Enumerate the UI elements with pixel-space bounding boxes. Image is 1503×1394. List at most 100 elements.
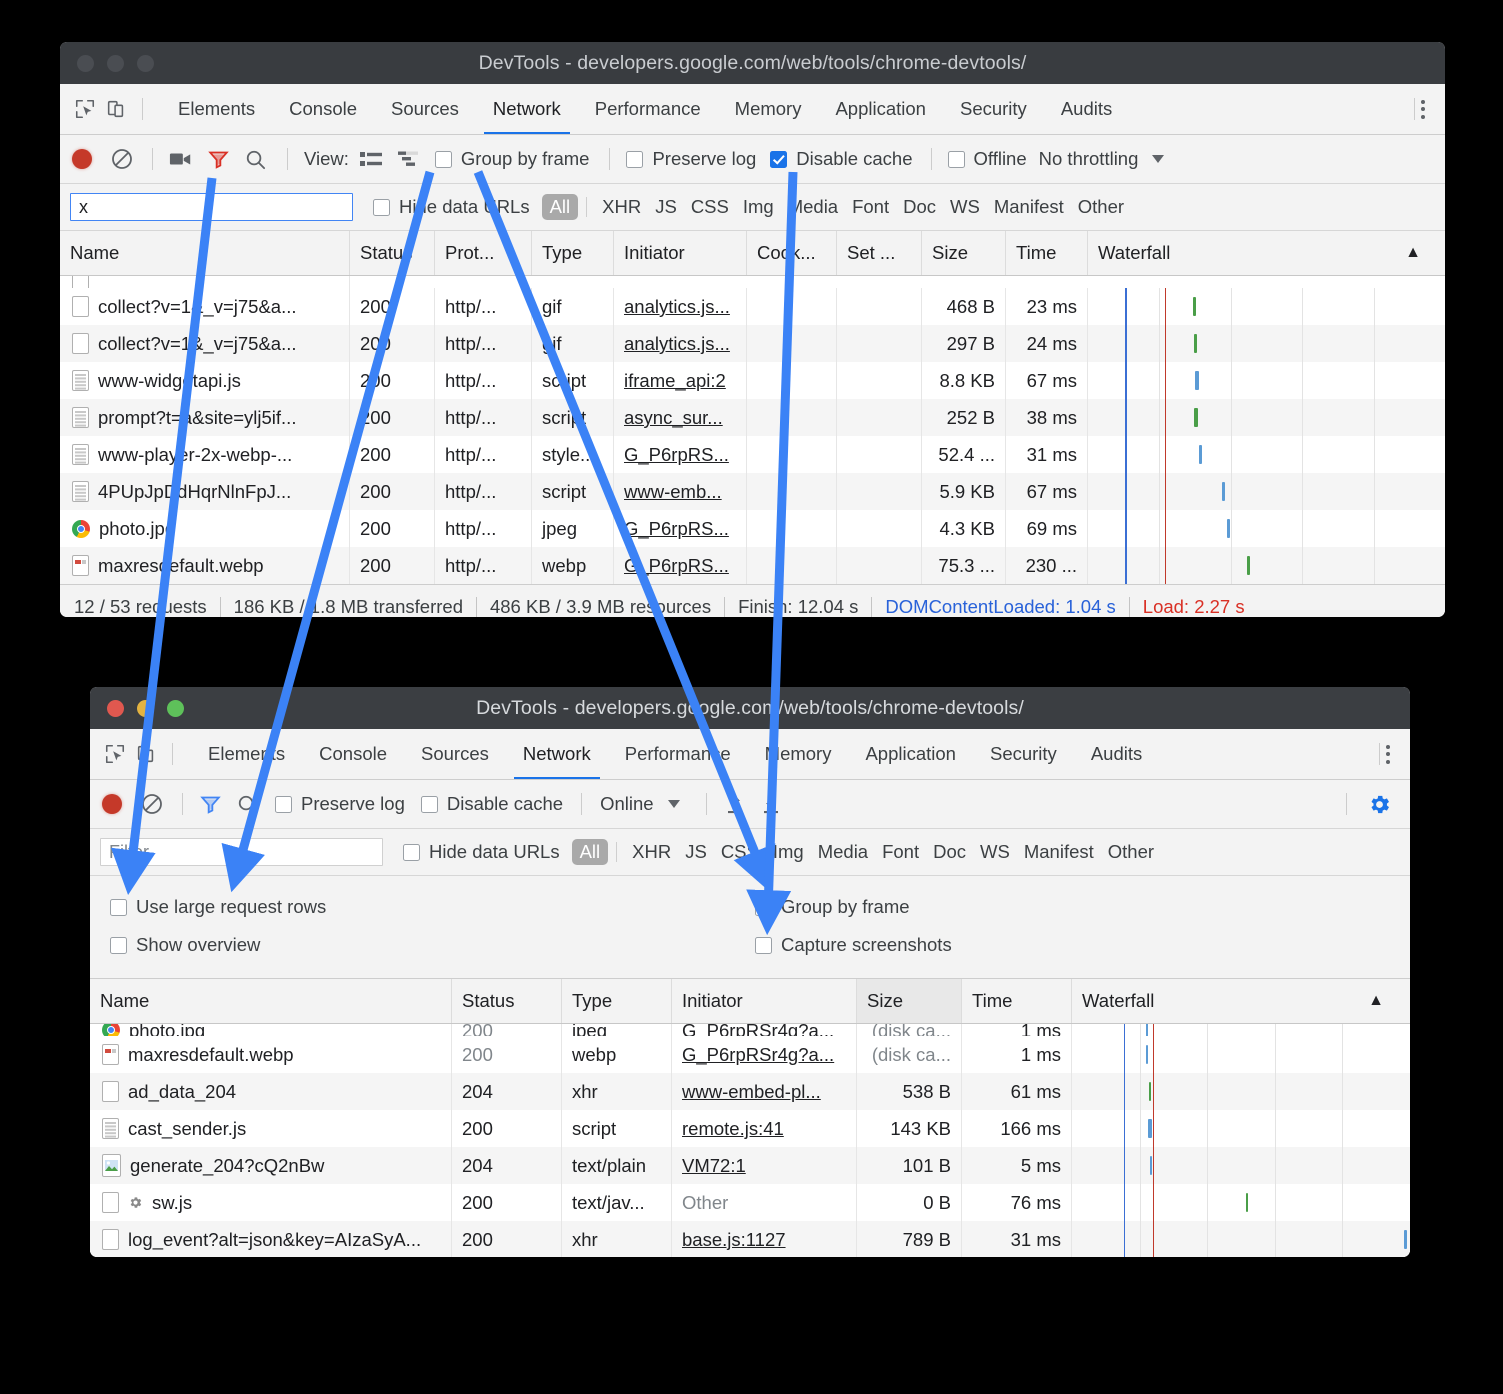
column-header-set-cookies[interactable]: Set ...: [837, 231, 922, 275]
group-by-frame-checkbox-box[interactable]: [434, 150, 452, 168]
export-har-icon[interactable]: [761, 793, 781, 815]
table-row[interactable]: [60, 276, 1445, 288]
disable-cache-checkbox-top[interactable]: Disable cache: [770, 148, 913, 170]
column-header-time[interactable]: Time: [962, 979, 1072, 1023]
preserve-log-checkbox-bottom[interactable]: Preserve log: [275, 793, 405, 815]
title-bar-bottom[interactable]: DevTools - developers.google.com/web/too…: [90, 687, 1410, 729]
table-row[interactable]: ad_data_204 204 xhr www-embed-pl... 538 B 61 …: [90, 1073, 1410, 1110]
group-by-frame-checkbox-top[interactable]: Group by frame: [434, 148, 589, 170]
table-row[interactable]: log_event?alt=json&key=AIzaSyA... 200 xhr b…: [90, 1221, 1410, 1257]
search-icon[interactable]: [244, 148, 267, 171]
hide-data-urls-checkbox-bottom[interactable]: Hide data URLs: [403, 841, 560, 863]
device-toolbar-icon[interactable]: [105, 98, 127, 120]
use-large-request-rows-checkbox-box[interactable]: [110, 898, 127, 916]
request-initiator[interactable]: www-embed-pl...: [682, 1081, 821, 1102]
capture-screenshots-icon[interactable]: [169, 150, 193, 168]
column-header-waterfall[interactable]: Waterfall ▲: [1072, 979, 1410, 1023]
maximize-window-button[interactable]: [137, 54, 154, 72]
filter-type-xhr[interactable]: XHR: [625, 839, 678, 865]
filter-input-bottom[interactable]: [100, 838, 383, 866]
preserve-log-checkbox-box[interactable]: [275, 795, 292, 813]
capture-screenshots-checkbox[interactable]: Capture screenshots: [755, 934, 952, 956]
filter-type-font[interactable]: Font: [875, 839, 926, 865]
filter-type-img[interactable]: Img: [766, 839, 811, 865]
close-window-button[interactable]: [77, 54, 94, 72]
tab-console[interactable]: Console: [302, 729, 404, 779]
offline-checkbox-box[interactable]: [947, 150, 965, 168]
column-header-time[interactable]: Time: [1006, 231, 1088, 275]
tab-performance[interactable]: Performance: [608, 729, 748, 779]
request-initiator[interactable]: G_P6rpRSr4g?a...: [682, 1024, 834, 1036]
column-header-type[interactable]: Type: [532, 231, 614, 275]
panel-tabs-bottom[interactable]: Elements Console Sources Network Perform…: [191, 729, 1159, 779]
column-header-cookies[interactable]: Cook...: [747, 231, 837, 275]
clear-icon[interactable]: [140, 792, 164, 816]
request-initiator[interactable]: iframe_api:2: [624, 370, 726, 391]
show-overview-checkbox[interactable]: Show overview: [110, 934, 260, 956]
filter-type-all[interactable]: All: [571, 839, 609, 865]
request-initiator[interactable]: VM72:1: [682, 1155, 746, 1176]
filter-type-other[interactable]: Other: [1101, 839, 1161, 865]
filter-icon[interactable]: [199, 793, 222, 815]
more-options-button[interactable]: [1408, 98, 1445, 120]
minimize-window-button[interactable]: [137, 699, 154, 717]
window-controls-top[interactable]: [60, 54, 154, 72]
request-initiator[interactable]: base.js:1127: [682, 1229, 786, 1250]
throttling-value[interactable]: No throttling: [1039, 148, 1139, 170]
tab-sources[interactable]: Sources: [374, 84, 476, 134]
column-header-name[interactable]: Name: [60, 231, 350, 275]
disable-cache-checkbox-box[interactable]: [420, 795, 438, 813]
tab-application[interactable]: Application: [818, 84, 943, 134]
table-row[interactable]: maxresdefault.webp 200 webp G_P6rpRSr4g?a..…: [90, 1036, 1410, 1073]
panel-tabs-top[interactable]: Elements Console Sources Network Perform…: [161, 84, 1129, 134]
table-row[interactable]: photo.jpg 200 jpeg G_P6rpRSr4g?a... (disk ca…: [90, 1024, 1410, 1036]
import-har-icon[interactable]: [725, 793, 745, 815]
column-header-name[interactable]: Name: [90, 979, 452, 1023]
table-row[interactable]: prompt?t=a&site=ylj5if... 200 http/... scri…: [60, 399, 1445, 436]
filter-type-manifest[interactable]: Manifest: [1017, 839, 1101, 865]
tab-console[interactable]: Console: [272, 84, 374, 134]
column-header-status[interactable]: Status: [350, 231, 435, 275]
column-header-size[interactable]: Size: [857, 979, 962, 1023]
table-row[interactable]: photo.jpg 200 http/... jpeg G_P6rpRS... 4.3 K…: [60, 510, 1445, 547]
hide-data-urls-checkbox-box[interactable]: [373, 198, 390, 216]
request-initiator[interactable]: analytics.js...: [624, 333, 730, 354]
filter-type-ws[interactable]: WS: [973, 839, 1017, 865]
tab-elements[interactable]: Elements: [161, 84, 272, 134]
table-row[interactable]: cast_sender.js 200 script remote.js:41 143 K…: [90, 1110, 1410, 1147]
request-initiator[interactable]: www-emb...: [624, 481, 722, 502]
kebab-menu-icon[interactable]: [1421, 99, 1425, 119]
request-initiator[interactable]: G_P6rpRS...: [624, 518, 729, 539]
table-row[interactable]: www-player-2x-webp-... 200 http/... style..…: [60, 436, 1445, 473]
preserve-log-checkbox-top[interactable]: Preserve log: [626, 148, 756, 170]
column-header-initiator[interactable]: Initiator: [672, 979, 857, 1023]
filter-type-css[interactable]: CSS: [714, 839, 766, 865]
table-row[interactable]: 4PUpJpDdHqrNlnFpJ... 200 http/... script www…: [60, 473, 1445, 510]
column-header-type[interactable]: Type: [562, 979, 672, 1023]
more-options-button[interactable]: [1373, 743, 1410, 765]
group-by-frame-checkbox-bottom[interactable]: Group by frame: [755, 896, 910, 918]
table-row[interactable]: maxresdefault.webp 200 http/... webp G_P6rpR…: [60, 547, 1445, 584]
throttling-value[interactable]: Online: [600, 793, 653, 815]
request-initiator[interactable]: async_sur...: [624, 407, 723, 428]
settings-gear-icon[interactable]: [1367, 792, 1392, 817]
tab-network[interactable]: Network: [506, 729, 608, 779]
tab-audits[interactable]: Audits: [1074, 729, 1159, 779]
filter-type-doc[interactable]: Doc: [926, 839, 973, 865]
group-by-frame-checkbox-box[interactable]: [755, 898, 772, 916]
tab-audits[interactable]: Audits: [1044, 84, 1129, 134]
table-row[interactable]: collect?v=1&_v=j75&a... 200 http/... gif ana…: [60, 325, 1445, 362]
hide-data-urls-checkbox-box[interactable]: [403, 843, 420, 861]
maximize-window-button[interactable]: [167, 699, 184, 717]
request-initiator[interactable]: G_P6rpRSr4g?a...: [682, 1044, 834, 1065]
capture-screenshots-checkbox-box[interactable]: [755, 936, 772, 954]
column-header-waterfall[interactable]: Waterfall ▲: [1088, 231, 1445, 275]
waterfall-view-icon[interactable]: [397, 149, 421, 169]
tab-application[interactable]: Application: [848, 729, 973, 779]
filter-type-img[interactable]: Img: [736, 194, 781, 220]
filter-type-font[interactable]: Font: [845, 194, 896, 220]
tab-network[interactable]: Network: [476, 84, 578, 134]
filter-type-css[interactable]: CSS: [684, 194, 736, 220]
request-initiator[interactable]: remote.js:41: [682, 1118, 784, 1139]
tab-security[interactable]: Security: [943, 84, 1044, 134]
